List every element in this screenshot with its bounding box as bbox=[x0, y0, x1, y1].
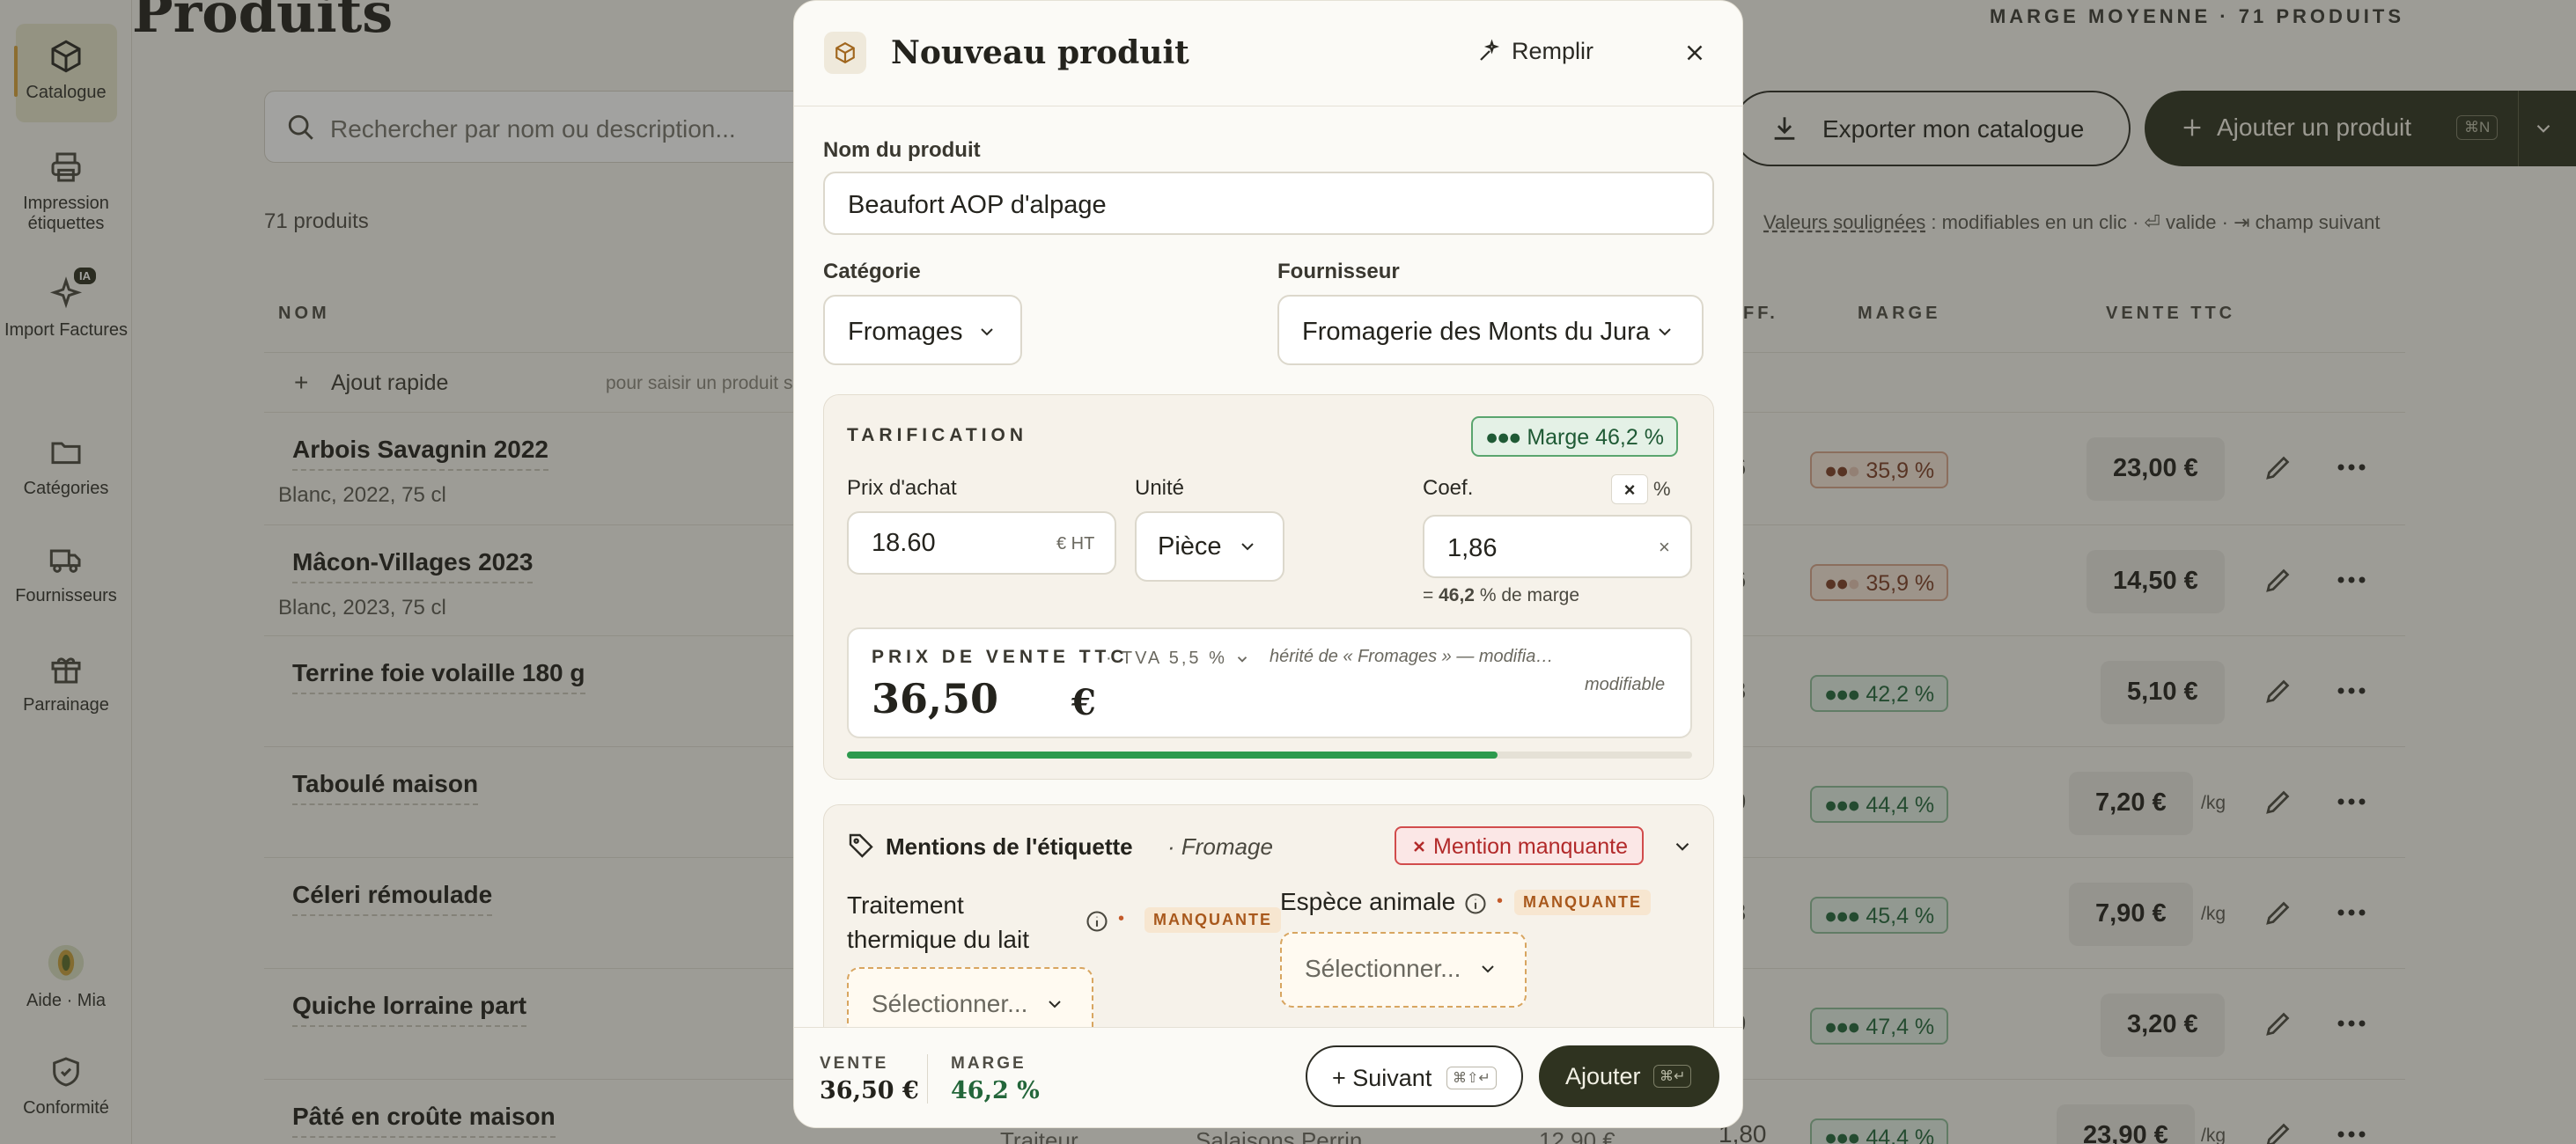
coef-label: Coef. bbox=[1423, 476, 1474, 500]
sale-price-label: PRIX DE VENTE TTC bbox=[872, 647, 1129, 667]
field2-missing-tag: MANQUANTE bbox=[1514, 890, 1651, 915]
tva-select[interactable]: · TVA 5,5 % bbox=[1106, 649, 1250, 669]
field2-placeholder: Sélectionner... bbox=[1305, 955, 1461, 982]
info-icon[interactable] bbox=[1085, 909, 1109, 934]
cost-field[interactable]: 18.60 € HT bbox=[847, 511, 1116, 575]
margin-note: = 46,2 % de marge bbox=[1423, 585, 1579, 606]
close-icon bbox=[1414, 841, 1424, 852]
next-shortcut: ⌘⇧↵ bbox=[1446, 1067, 1497, 1089]
margin-badge-label: Marge 46,2 % bbox=[1527, 425, 1664, 450]
required-dot: • bbox=[1118, 909, 1125, 928]
footer-margin-value: 46,2 % bbox=[951, 1077, 1040, 1104]
footer-sale-value: 36,50 € bbox=[820, 1077, 919, 1104]
coef-mode-percent[interactable]: % bbox=[1653, 478, 1671, 501]
coef-value: 1,86 bbox=[1447, 534, 1498, 562]
missing-mention-badge: Mention manquante bbox=[1395, 826, 1644, 865]
supplier-label: Fournisseur bbox=[1277, 260, 1400, 283]
new-product-modal: Nouveau produit Remplir Nom du produit B… bbox=[793, 0, 1743, 1128]
fill-label: Remplir bbox=[1512, 38, 1594, 64]
tva-inherited-note: hérité de « Fromages » — modifia… bbox=[1270, 647, 1554, 666]
margin-note-prefix: = bbox=[1423, 585, 1439, 605]
footer-divider bbox=[927, 1054, 928, 1104]
field2-select[interactable]: Sélectionner... bbox=[1280, 932, 1527, 1008]
name-label: Nom du produit bbox=[823, 138, 981, 162]
modal-header: Nouveau produit Remplir bbox=[794, 1, 1742, 106]
magic-icon bbox=[1480, 39, 1500, 61]
box-icon bbox=[824, 32, 866, 74]
chevron-down-icon bbox=[1238, 656, 1248, 663]
chevron-down-icon bbox=[1241, 543, 1254, 551]
tag-icon bbox=[849, 833, 873, 858]
mentions-title: Mentions de l'étiquette bbox=[886, 833, 1133, 860]
coef-clear[interactable]: × bbox=[1659, 536, 1670, 559]
category-label: Catégorie bbox=[823, 260, 921, 283]
unit-value: Pièce bbox=[1158, 532, 1222, 561]
margin-note-value: 46,2 bbox=[1439, 585, 1475, 605]
missing-mention-label: Mention manquante bbox=[1433, 834, 1628, 859]
category-value: Fromages bbox=[848, 318, 963, 346]
required-dot: • bbox=[1497, 891, 1504, 911]
sale-currency: € bbox=[1071, 682, 1096, 723]
footer-margin-label: MARGE bbox=[951, 1054, 1027, 1073]
info-icon[interactable] bbox=[1463, 891, 1488, 916]
cost-label: Prix d'achat bbox=[847, 476, 957, 500]
modal-footer: VENTE 36,50 € MARGE 46,2 % + Suivant ⌘⇧↵… bbox=[794, 1027, 1742, 1127]
pricing-heading: TARIFICATION bbox=[847, 425, 1028, 445]
add-shortcut: ⌘↵ bbox=[1653, 1065, 1692, 1088]
chevron-down-icon bbox=[1659, 328, 1671, 336]
modal-title: Nouveau produit bbox=[891, 34, 1189, 71]
coef-mode-multiply[interactable]: × bbox=[1611, 474, 1648, 504]
field1-missing-tag: MANQUANTE bbox=[1144, 907, 1281, 933]
close-icon[interactable] bbox=[1682, 40, 1708, 66]
coef-field[interactable]: 1,86 × bbox=[1423, 515, 1692, 578]
supplier-value: Fromagerie des Monts du Jura bbox=[1302, 318, 1650, 346]
chevron-down-icon bbox=[981, 328, 993, 336]
pricing-section: TARIFICATION ●●● Marge 46,2 % Prix d'acha… bbox=[823, 394, 1714, 780]
margin-note-suffix: % de marge bbox=[1474, 585, 1580, 605]
sale-price-value: 36,50 bbox=[872, 675, 999, 722]
fill-button[interactable]: Remplir bbox=[1480, 38, 1594, 65]
modifiable-hint: modifiable bbox=[1585, 675, 1666, 694]
field1-label: Traitement thermique du lait bbox=[847, 891, 1030, 954]
field1-placeholder: Sélectionner... bbox=[872, 990, 1028, 1017]
name-field[interactable]: Beaufort AOP d'alpage bbox=[823, 172, 1714, 235]
add-label: Ajouter bbox=[1565, 1063, 1641, 1089]
chevron-down-icon[interactable] bbox=[1671, 835, 1694, 858]
tva-label: · TVA 5,5 % bbox=[1106, 649, 1227, 668]
field2-label: Espèce animale bbox=[1280, 888, 1456, 915]
name-value: Beaufort AOP d'alpage bbox=[848, 191, 1107, 219]
unit-label: Unité bbox=[1135, 476, 1185, 500]
next-label: + Suivant bbox=[1332, 1065, 1432, 1091]
footer-sale-label: VENTE bbox=[820, 1054, 889, 1073]
mentions-subtitle: · Fromage bbox=[1167, 833, 1273, 860]
supplier-select[interactable]: Fromagerie des Monts du Jura bbox=[1277, 295, 1704, 365]
chevron-down-icon bbox=[1482, 965, 1494, 973]
cost-suffix: € HT bbox=[1056, 534, 1095, 554]
unit-select[interactable]: Pièce bbox=[1135, 511, 1284, 582]
add-button[interactable]: Ajouter ⌘↵ bbox=[1539, 1045, 1719, 1107]
margin-progress-fill bbox=[847, 752, 1498, 759]
chevron-down-icon bbox=[1049, 1001, 1061, 1008]
margin-progress bbox=[847, 752, 1692, 759]
margin-badge: ●●● Marge 46,2 % bbox=[1471, 416, 1678, 457]
add-and-next-button[interactable]: + Suivant ⌘⇧↵ bbox=[1306, 1045, 1523, 1107]
cost-value: 18.60 bbox=[872, 529, 936, 557]
sale-price-field[interactable]: PRIX DE VENTE TTC · TVA 5,5 % hérité de … bbox=[847, 627, 1692, 738]
category-select[interactable]: Fromages bbox=[823, 295, 1022, 365]
